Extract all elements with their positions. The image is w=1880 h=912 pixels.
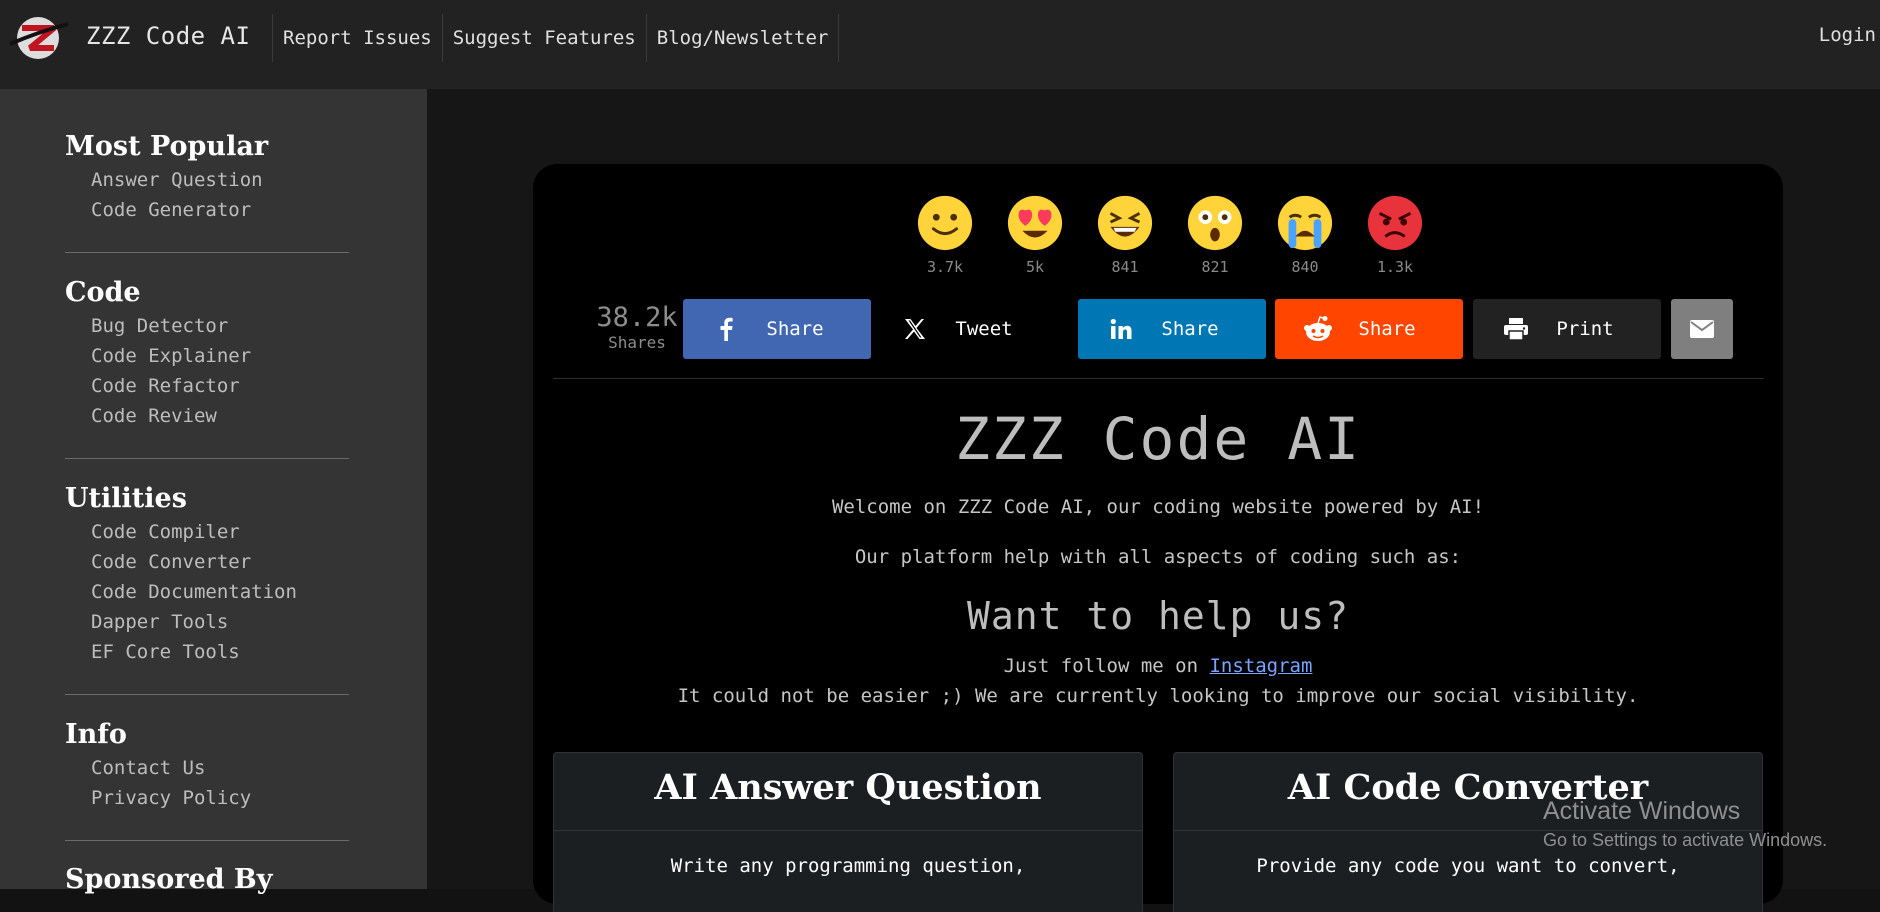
feature-card-desc: Write any programming question,: [670, 855, 1026, 877]
page-title: ZZZ Code AI: [954, 405, 1362, 473]
sidebar-heading: Code: [65, 277, 141, 308]
reaction-wow[interactable]: 821: [1170, 194, 1260, 276]
nav-links: Report Issues Suggest Features Blog/News…: [272, 14, 840, 62]
sidebar-item-code-refactor[interactable]: Code Refactor: [65, 371, 349, 401]
help-heading: Want to help us?: [966, 594, 1350, 638]
sidebar-heading: Most Popular: [65, 131, 269, 162]
heart-eyes-emoji-icon: [1007, 195, 1063, 251]
reddit-share-button[interactable]: Share: [1275, 299, 1463, 359]
crying-emoji-icon: [1277, 195, 1333, 251]
feature-card-answer-question[interactable]: AI Answer Question Write any programming…: [553, 752, 1143, 912]
sidebar-section-info: Info Contact Us Privacy Policy: [65, 717, 349, 813]
sidebar-heading: Sponsored By: [65, 864, 273, 895]
nav-blog-newsletter[interactable]: Blog/Newsletter: [645, 14, 840, 62]
divider: [65, 840, 349, 841]
smile-emoji-icon: [917, 195, 973, 251]
sidebar-item-code-converter[interactable]: Code Converter: [65, 547, 349, 577]
sidebar-section-code: Code Bug Detector Code Explainer Code Re…: [65, 275, 349, 431]
sidebar-item-privacy-policy[interactable]: Privacy Policy: [65, 783, 349, 813]
login-link[interactable]: Login: [1819, 24, 1876, 46]
reaction-love[interactable]: 5k: [990, 194, 1080, 276]
sidebar-item-code-generator[interactable]: Code Generator: [65, 195, 349, 225]
divider: [65, 252, 349, 253]
share-count-label: Shares: [608, 333, 666, 352]
printer-icon: [1501, 314, 1531, 344]
sidebar-item-code-explainer[interactable]: Code Explainer: [65, 341, 349, 371]
sidebar-item-code-compiler[interactable]: Code Compiler: [65, 517, 349, 547]
feature-card-desc: Provide any code you want to convert,: [1256, 855, 1680, 877]
reaction-count: 821: [1201, 258, 1229, 276]
reaction-bar: 3.7k 5k 841 821 840 1.3k: [900, 194, 1440, 276]
divider: [65, 458, 349, 459]
feature-card-title: AI Answer Question: [554, 753, 1142, 831]
sidebar-section-most-popular: Most Popular Answer Question Code Genera…: [65, 129, 349, 225]
instagram-link[interactable]: Instagram: [1209, 655, 1312, 677]
sidebar-item-code-review[interactable]: Code Review: [65, 401, 349, 431]
reaction-sad[interactable]: 840: [1260, 194, 1350, 276]
sidebar-item-bug-detector[interactable]: Bug Detector: [65, 311, 349, 341]
reaction-laugh[interactable]: 841: [1080, 194, 1170, 276]
laughing-emoji-icon: [1097, 195, 1153, 251]
email-share-button[interactable]: [1671, 299, 1733, 359]
sidebar-item-dapper-tools[interactable]: Dapper Tools: [65, 607, 349, 637]
x-tweet-button[interactable]: Tweet: [872, 299, 1060, 359]
reaction-count: 5k: [1025, 258, 1045, 276]
facebook-share-button[interactable]: Share: [683, 299, 871, 359]
activate-windows-watermark: Activate Windows: [1543, 797, 1741, 825]
share-count: 38.2k: [596, 302, 678, 333]
sidebar-item-code-documentation[interactable]: Code Documentation: [65, 577, 349, 607]
sidebar-section-sponsored: Sponsored By: [65, 862, 349, 898]
top-navbar: ZZZ Code AI Report Issues Suggest Featur…: [0, 0, 1880, 89]
nav-report-issues[interactable]: Report Issues: [272, 14, 442, 62]
welcome-text: Welcome on ZZZ Code AI, our coding websi…: [831, 496, 1485, 518]
reaction-count: 840: [1291, 258, 1319, 276]
sidebar-section-utilities: Utilities Code Compiler Code Converter C…: [65, 481, 349, 667]
nav-suggest-features[interactable]: Suggest Features: [441, 14, 646, 62]
reaction-smile[interactable]: 3.7k: [900, 194, 990, 276]
reaction-count: 1.3k: [1376, 258, 1414, 276]
divider: [553, 378, 1764, 379]
brand-title[interactable]: ZZZ Code AI: [86, 22, 250, 50]
reaction-count: 3.7k: [926, 258, 964, 276]
email-icon: [1690, 320, 1714, 338]
linkedin-icon: [1106, 314, 1136, 344]
sidebar-item-contact-us[interactable]: Contact Us: [65, 753, 349, 783]
x-logo-icon: [900, 314, 930, 344]
share-total: 38.2k Shares: [592, 303, 682, 353]
angry-emoji-icon: [1367, 195, 1423, 251]
sidebar-item-ef-core-tools[interactable]: EF Core Tools: [65, 637, 349, 667]
activate-windows-hint: Go to Settings to activate Windows.: [1543, 830, 1828, 850]
reaction-angry[interactable]: 1.3k: [1350, 194, 1440, 276]
platform-text: Our platform help with all aspects of co…: [854, 546, 1462, 568]
reaction-count: 841: [1111, 258, 1139, 276]
reddit-icon: [1303, 314, 1333, 344]
follow-text: Just follow me on: [1003, 655, 1210, 677]
logo-icon[interactable]: [8, 14, 70, 62]
sidebar-item-answer-question[interactable]: Answer Question: [65, 165, 349, 195]
sidebar: Most Popular Answer Question Code Genera…: [0, 89, 427, 895]
astonished-emoji-icon: [1187, 195, 1243, 251]
linkedin-share-button[interactable]: Share: [1078, 299, 1266, 359]
sidebar-heading: Info: [65, 719, 127, 750]
divider: [65, 694, 349, 695]
facebook-icon: [711, 314, 741, 344]
follow-line: Just follow me on Instagram: [533, 655, 1783, 677]
visibility-text: It could not be easier ;) We are current…: [677, 685, 1639, 707]
sidebar-heading: Utilities: [65, 483, 187, 514]
print-button[interactable]: Print: [1473, 299, 1661, 359]
